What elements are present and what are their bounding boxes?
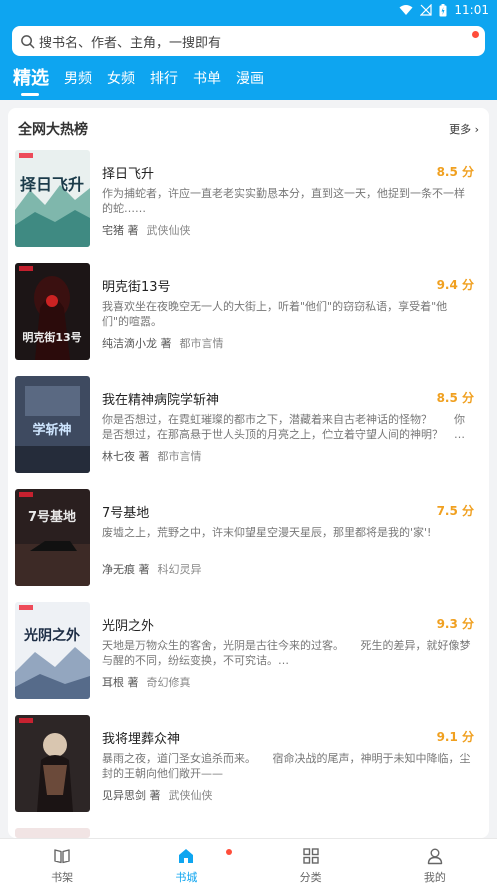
book-score: 8.5 分 [436,391,474,405]
nav-category[interactable]: 分类 [249,839,373,885]
wifi-icon [399,5,413,15]
book-title: 7号基地 [102,506,150,521]
book-cover: 光阴之外 [15,602,90,699]
book-meta: 纯洁滴小龙 著都市言情 [102,335,224,351]
book-description: 暴雨之夜，道门圣女追杀而来。 宿命决战的尾声，神明于未知中降临，尘封的王朝向他们… [102,752,471,780]
book-meta: 林七夜 著都市言情 [102,448,202,464]
tab-male[interactable]: 男频 [64,68,92,96]
nav-label: 分类 [299,871,322,884]
book-author: 耳根 著 [102,676,139,689]
channel-tabs: 精选 男频 女频 排行 书单 漫画 [0,64,497,96]
book-item[interactable]: 择日飞升 择日飞升 8.5 分 作为捕蛇者，许应一直老老实实勤恳本分，直到这一天… [8,150,489,250]
book-category: 武侠仙侠 [146,224,191,237]
nav-label: 我的 [423,871,446,884]
user-icon [427,848,443,865]
book-title: 我在精神病院学斩神 [102,393,220,408]
book-title: 明克街13号 [102,280,171,295]
book-item[interactable]: 我将埋葬众神 9.1 分 暴雨之夜，道门圣女追杀而来。 宿命决战的尾声，神明于未… [8,715,489,815]
book-description: 天地是万物众生的客舍，光阴是古往今来的过客。 死生的差异，就好像梦与醒的不同，纷… [102,639,471,667]
book-description: 废墟之上，荒野之中，许末仰望星空漫天星辰，那里都将是我的'家'! [102,526,432,539]
book-meta: 见异思剑 著武侠仙侠 [102,787,213,803]
chevron-right-icon: › [471,123,479,136]
book-cover [15,715,90,812]
book-cover-partial [15,828,90,838]
book-title: 我将埋葬众神 [102,732,181,747]
category-grid-icon [302,848,319,864]
book-category: 科幻灵异 [157,563,202,576]
card-header: 全网大热榜 更多 › [8,108,489,148]
book-cover: 明克街13号 [15,263,90,360]
cover-title: 7号基地 [28,509,76,525]
book-author: 净无痕 著 [102,563,150,576]
book-author: 纯洁滴小龙 著 [102,337,172,350]
book-score: 7.5 分 [436,504,474,518]
book-meta: 耳根 著奇幻修真 [102,674,191,690]
book-meta: 宅猪 著武侠仙侠 [102,222,191,238]
status-bar: 11:01 [0,0,497,20]
nav-profile[interactable]: 我的 [373,839,497,885]
tab-ranking[interactable]: 排行 [150,68,178,96]
nav-bookshelf[interactable]: 书架 [0,839,124,885]
search-bar[interactable]: 搜书名、作者、主角，一搜即有 [12,26,485,56]
signal-off-icon [420,4,433,16]
book-item[interactable]: 明克街13号 明克街13号 9.4 分 我喜欢坐在夜晚空无一人的大街上，听着"他… [8,263,489,363]
cover-title: 明克街13号 [22,330,81,344]
book-title: 光阴之外 [102,619,155,634]
book-item[interactable]: 光阴之外 光阴之外 9.3 分 天地是万物众生的客舍，光阴是古往今来的过客。 死… [8,602,489,702]
tab-female[interactable]: 女频 [107,68,135,96]
status-time: 11:01 [454,3,489,17]
cover-title: 光阴之外 [23,627,80,644]
tab-booklist[interactable]: 书单 [193,68,221,96]
book-author: 见异思剑 著 [102,789,161,802]
tab-comics[interactable]: 漫画 [236,68,264,96]
battery-charging-icon [439,3,447,16]
book-description: 你是否想过，在霓虹璀璨的都市之下，潜藏着来自古老神话的怪物？ 你是否想过，在那高… [102,413,465,441]
card-title: 全网大热榜 [18,122,88,138]
book-score: 8.5 分 [436,165,474,179]
book-score: 9.3 分 [436,617,474,631]
book-description: 我喜欢坐在夜晚空无一人的大街上，听着"他们"的窃窃私语，享受着"他们"的喧嚣。 [102,300,448,328]
home-icon [179,849,194,863]
book-item[interactable]: 学斩神 我在精神病院学斩神 8.5 分 你是否想过，在霓虹璀璨的都市之下，潜藏着… [8,376,489,476]
app-header: 搜书名、作者、主角，一搜即有 精选 男频 女频 排行 书单 漫画 [0,20,497,100]
search-icon [21,34,35,48]
bottom-nav: 书架 书城 分类 我的 [0,838,497,885]
book-category: 都市言情 [179,337,224,350]
more-label: 更多 [449,123,472,136]
book-cover: 7号基地 [15,489,90,586]
book-score: 9.1 分 [436,730,474,744]
book-category: 武侠仙侠 [168,789,213,802]
bookstore-badge-dot [226,849,232,855]
book-score: 9.4 分 [436,278,474,292]
cover-title: 学斩神 [32,422,71,438]
book-cover: 择日飞升 [15,150,90,247]
book-category: 都市言情 [157,450,202,463]
search-placeholder: 搜书名、作者、主角，一搜即有 [39,35,222,51]
tab-featured[interactable]: 精选 [13,64,49,96]
book-item[interactable]: 7号基地 7号基地 7.5 分 废墟之上，荒野之中，许末仰望星空漫天星辰，那里都… [8,489,489,589]
nav-bookstore[interactable]: 书城 [124,839,248,885]
book-author: 林七夜 著 [102,450,150,463]
book-cover: 学斩神 [15,376,90,473]
book-description: 作为捕蛇者，许应一直老老实实勤恳本分，直到这一天，他捉到一条不一样的蛇…… [102,187,465,215]
notification-dot [472,31,479,38]
hot-ranking-card: 全网大热榜 更多 › 择日飞升 择日飞升 8.5 分 作为捕蛇者，许应一直老老实… [8,108,489,838]
book-author: 宅猪 著 [102,224,139,237]
nav-label: 书架 [51,871,74,884]
nav-label: 书城 [175,871,198,884]
book-meta: 净无痕 著科幻灵异 [102,561,202,577]
cover-title: 择日飞升 [20,175,84,194]
bookshelf-icon [54,849,70,864]
more-link[interactable]: 更多 › [449,121,479,137]
book-title: 择日飞升 [102,167,155,182]
book-category: 奇幻修真 [146,676,191,689]
